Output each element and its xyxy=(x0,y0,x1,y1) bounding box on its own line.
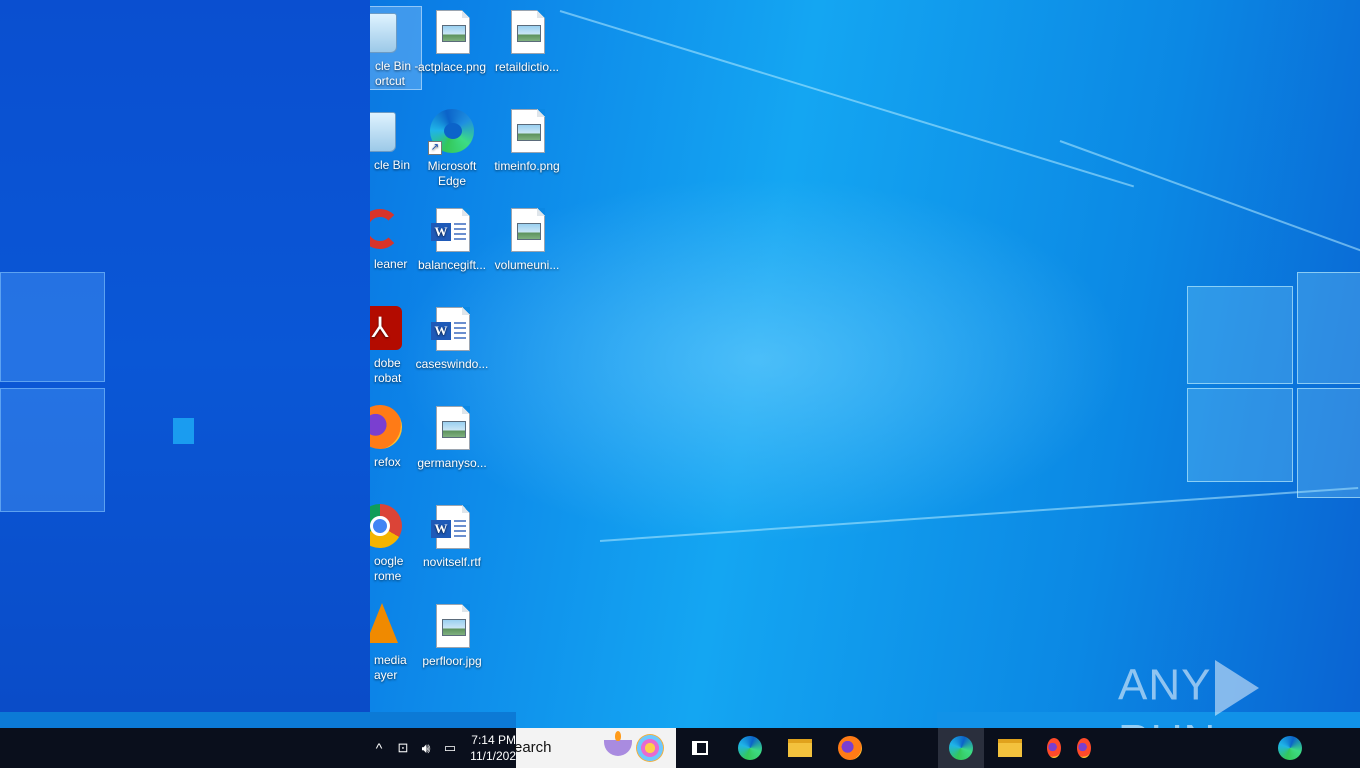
desktop-icon-germanyso[interactable]: germanyso... xyxy=(412,404,492,471)
icon-label: volumeuni... xyxy=(494,258,560,272)
desktop-strip xyxy=(0,712,516,728)
word-file-icon: W xyxy=(428,206,476,254)
windows-logo-pane xyxy=(1187,286,1293,384)
watermark-text-left: ANY xyxy=(1118,660,1212,710)
recycle-bin-icon xyxy=(370,106,404,154)
icon-label: germanyso... xyxy=(417,456,487,470)
windows-logo-pane xyxy=(0,272,105,382)
volume-icon[interactable]: 🔊︎ xyxy=(416,728,436,768)
taskbar-firefox-running-button-2[interactable] xyxy=(1070,728,1098,768)
taskbar-file-explorer-button[interactable] xyxy=(780,728,820,768)
panel-square xyxy=(173,418,194,444)
desktop-icon-balancegift[interactable]: W balancegift... xyxy=(412,206,492,273)
edge-icon xyxy=(949,736,973,760)
icon-label: Microsoft Edge xyxy=(427,159,477,188)
clock[interactable]: 7:14 PM 11/1/202 xyxy=(464,728,516,768)
left-panel-overlay xyxy=(0,0,370,712)
image-file-icon xyxy=(503,107,551,155)
network-icon[interactable]: ⊡ xyxy=(394,728,412,768)
windows-logo-pane xyxy=(1187,388,1293,482)
icon-label: retaildictio... xyxy=(494,60,560,74)
edge-icon xyxy=(1278,736,1302,760)
word-file-icon: W xyxy=(428,503,476,551)
desktop-icon-edge[interactable]: ↗ Microsoft Edge xyxy=(412,107,492,189)
image-file-icon xyxy=(503,206,551,254)
desktop-icon-retaildictio[interactable]: retaildictio... xyxy=(487,8,567,75)
search-placeholder: earch xyxy=(514,739,552,756)
taskbar-edge-pinned-button[interactable] xyxy=(1270,728,1310,768)
icon-label: perfloor.jpg xyxy=(422,654,482,668)
mandala-icon xyxy=(636,734,664,762)
taskbar-edge-running-button[interactable] xyxy=(938,728,984,768)
edge-icon: ↗ xyxy=(428,107,476,155)
image-file-icon xyxy=(503,8,551,56)
desktop-icon-volumeuni[interactable]: volumeuni... xyxy=(487,206,567,273)
clock-date: 11/1/202 xyxy=(470,749,516,763)
icon-label: timeinfo.png xyxy=(494,159,560,173)
icon-label: balancegift... xyxy=(417,258,487,272)
firefox-icon xyxy=(1047,738,1061,758)
image-file-icon xyxy=(428,404,476,452)
taskbar-edge-button[interactable] xyxy=(730,728,770,768)
task-view-button[interactable] xyxy=(680,728,720,768)
desktop-icon-novitself[interactable]: W novitself.rtf xyxy=(412,503,492,570)
taskbar-firefox-running-button[interactable] xyxy=(1040,728,1068,768)
windows-logo-pane xyxy=(1297,388,1360,498)
desktop-icon-timeinfo[interactable]: timeinfo.png xyxy=(487,107,567,174)
chrome-icon xyxy=(370,502,404,550)
play-icon xyxy=(1215,660,1260,716)
shortcut-arrow-icon: ↗ xyxy=(428,141,442,155)
firefox-icon xyxy=(370,403,404,451)
desktop-icon-actplace[interactable]: actplace.png xyxy=(412,8,492,75)
light-beam xyxy=(599,486,1359,542)
desktop-icon-perfloor[interactable]: perfloor.jpg xyxy=(412,602,492,669)
tray-chevron-icon[interactable]: ^ xyxy=(370,728,388,768)
diya-icon xyxy=(604,731,632,756)
taskbar-firefox-button[interactable] xyxy=(830,728,870,768)
edge-icon xyxy=(738,736,762,760)
display-icon[interactable]: ▭ xyxy=(440,728,460,768)
acrobat-icon: ⅄ xyxy=(370,304,404,352)
taskbar-file-explorer-running-button[interactable] xyxy=(990,728,1030,768)
word-file-icon: W xyxy=(428,305,476,353)
light-beam xyxy=(1059,140,1360,252)
firefox-icon xyxy=(838,736,862,760)
image-file-icon xyxy=(428,8,476,56)
ccleaner-icon xyxy=(370,205,404,253)
task-view-icon xyxy=(692,741,708,755)
folder-icon xyxy=(788,739,812,757)
recycle-bin-icon xyxy=(370,7,405,55)
light-beam xyxy=(559,10,1135,188)
clock-time: 7:14 PM xyxy=(471,733,516,747)
taskbar: ^ ⊡ 🔊︎ ▭ 7:14 PM 11/1/202 xyxy=(0,728,1360,768)
firefox-icon xyxy=(1077,738,1091,758)
icon-label: caseswindo... xyxy=(415,357,489,371)
taskbar-search-box[interactable]: earch xyxy=(514,728,676,768)
vlc-icon xyxy=(370,601,404,649)
icon-label: actplace.png xyxy=(417,60,487,74)
windows-logo-pane xyxy=(0,388,105,512)
icon-label: novitself.rtf xyxy=(422,555,482,569)
folder-icon xyxy=(998,739,1022,757)
desktop-icon-caseswindo[interactable]: W caseswindo... xyxy=(412,305,492,372)
windows-logo-pane xyxy=(1297,272,1360,384)
image-file-icon xyxy=(428,602,476,650)
